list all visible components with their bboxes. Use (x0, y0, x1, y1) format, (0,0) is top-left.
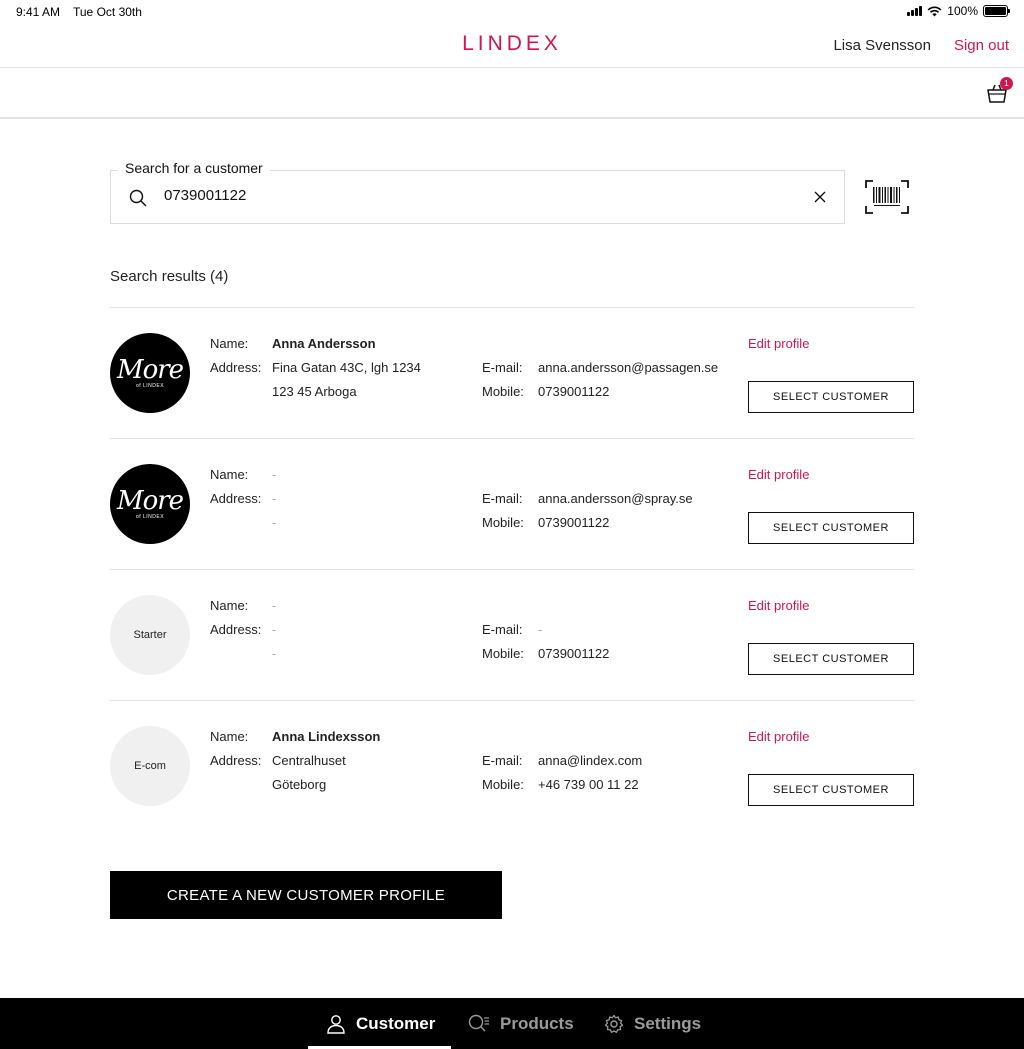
customer-result: Starter Name: - Address: - - E-mail: - M… (110, 569, 914, 700)
address-line-1: Fina Gatan 43C, lgh 1234 (272, 360, 421, 375)
wifi-icon (927, 6, 942, 16)
customer-mobile: 0739001122 (538, 384, 610, 399)
email-label: E-mail: (482, 622, 523, 637)
person-icon (327, 1014, 345, 1034)
search-results-title: Search results (4) (110, 268, 229, 285)
mobile-label: Mobile: (482, 515, 524, 530)
tab-customer[interactable]: Customer (326, 998, 435, 1049)
email-label: E-mail: (482, 360, 523, 375)
ecom-membership-badge: E-com (110, 726, 190, 806)
more-membership-badge: More of LINDEX (110, 333, 190, 413)
customer-name: - (272, 467, 277, 482)
customer-mobile: +46 739 00 11 22 (538, 777, 639, 792)
customer-result: More of LINDEX Name: - Address: - - E-ma… (110, 438, 914, 569)
status-date: Tue Oct 30th (73, 5, 142, 19)
address-line-2: 123 45 Arboga (272, 384, 357, 399)
signal-icon (907, 6, 923, 16)
tab-settings[interactable]: Settings (604, 998, 701, 1049)
mobile-label: Mobile: (482, 777, 524, 792)
avatar-text: More (116, 354, 184, 385)
mobile-label: Mobile: (482, 646, 524, 661)
email-label: E-mail: (482, 753, 523, 768)
edit-profile-link[interactable]: Edit profile (748, 467, 809, 482)
search-input[interactable] (164, 187, 764, 204)
address-label: Address: (210, 622, 262, 637)
battery-percent: 100% (947, 4, 978, 18)
edit-profile-link[interactable]: Edit profile (748, 598, 809, 613)
avatar-subtext: of LINDEX (135, 382, 165, 389)
address-label: Address: (210, 753, 262, 768)
create-customer-profile-button[interactable]: CREATE A NEW CUSTOMER PROFILE (110, 871, 502, 919)
avatar-text: E-com (134, 760, 166, 772)
status-right: 100% (907, 4, 1010, 18)
sub-toolbar: 1 (0, 68, 1024, 119)
address-line-1: Centralhuset (272, 753, 346, 768)
search-label: Search for a customer (118, 160, 270, 176)
mobile-label: Mobile: (482, 384, 524, 399)
starter-membership-badge: Starter (110, 595, 190, 675)
select-customer-button[interactable]: SELECT CUSTOMER (748, 643, 914, 675)
customer-mobile: 0739001122 (538, 646, 610, 661)
shopping-bag-button[interactable]: 1 (986, 77, 1013, 104)
tab-label: Customer (356, 1013, 436, 1033)
customer-result: E-com Name: Anna Lindexsson Address: Cen… (110, 700, 914, 831)
address-label: Address: (210, 360, 262, 375)
address-line-1: - (272, 622, 277, 637)
product-search-icon (468, 1014, 489, 1031)
email-label: E-mail: (482, 491, 523, 506)
edit-profile-link[interactable]: Edit profile (748, 336, 809, 351)
bottom-tab-bar: Customer Products Settings (0, 998, 1024, 1049)
name-label: Name: (210, 598, 249, 613)
select-customer-button[interactable]: SELECT CUSTOMER (748, 774, 914, 806)
user-name: Lisa Svensson (833, 37, 931, 54)
select-customer-button[interactable]: SELECT CUSTOMER (748, 512, 914, 544)
sign-out-link[interactable]: Sign out (954, 37, 1009, 54)
search-box[interactable] (110, 170, 845, 224)
more-membership-badge: More of LINDEX (110, 464, 190, 544)
status-time: 9:41 AM (16, 5, 61, 19)
tab-label: Products (500, 1013, 574, 1033)
customer-email: anna.andersson@spray.se (538, 491, 693, 506)
customer-email: - (538, 622, 543, 637)
avatar-subtext: of LINDEX (135, 513, 165, 520)
search-icon (129, 189, 147, 207)
address-line-2: - (272, 515, 277, 530)
avatar-text: Starter (133, 629, 167, 641)
address-line-2: Göteborg (272, 777, 327, 792)
battery-icon (983, 5, 1010, 17)
tab-products[interactable]: Products (468, 998, 574, 1049)
name-label: Name: (210, 467, 249, 482)
clear-icon[interactable] (814, 191, 826, 203)
customer-email: anna.andersson@passagen.se (538, 360, 719, 375)
address-label: Address: (210, 491, 262, 506)
name-label: Name: (210, 729, 249, 744)
status-bar: 9:41 AM Tue Oct 30th 100% (0, 0, 1024, 24)
select-customer-button[interactable]: SELECT CUSTOMER (748, 381, 914, 413)
customer-name: Anna Andersson (272, 336, 376, 351)
address-line-2: - (272, 646, 277, 661)
address-line-1: - (272, 491, 277, 506)
barcode-scan-icon[interactable] (865, 180, 909, 214)
app-header: LINDEX Lisa Svensson Sign out (0, 24, 1024, 68)
customer-result: More of LINDEX Name: Anna Andersson Addr… (110, 307, 914, 438)
name-label: Name: (210, 336, 249, 351)
edit-profile-link[interactable]: Edit profile (748, 729, 809, 744)
customer-mobile: 0739001122 (538, 515, 610, 530)
avatar-text: More (116, 485, 184, 516)
customer-email: anna@lindex.com (538, 753, 643, 768)
customer-name: Anna Lindexsson (272, 729, 381, 744)
cart-count-badge: 1 (1000, 77, 1013, 90)
tab-label: Settings (634, 1013, 702, 1033)
customer-name: - (272, 598, 277, 613)
gear-icon (604, 1014, 624, 1033)
